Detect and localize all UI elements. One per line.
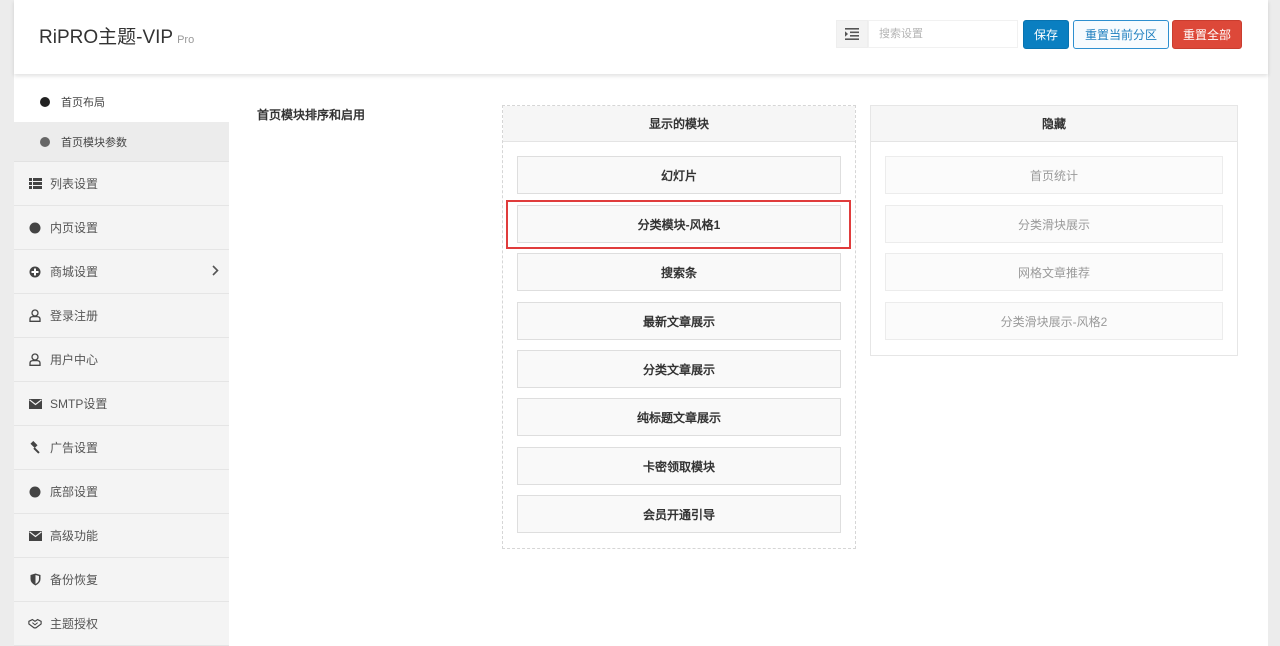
visible-panel-title: 显示的模块: [503, 106, 855, 142]
sidebar-item-ad-settings[interactable]: 广告设置: [14, 426, 229, 470]
sidebar-item-label: 备份恢复: [50, 573, 99, 587]
module-item[interactable]: 幻灯片: [517, 156, 841, 194]
sidebar-item-label: 主题授权: [50, 617, 99, 631]
hidden-module-item[interactable]: 分类滑块展示: [885, 205, 1223, 243]
hidden-panel-title: 隐藏: [871, 106, 1237, 142]
hidden-module-item[interactable]: 分类滑块展示-风格2: [885, 302, 1223, 340]
plus-circle-icon: [28, 265, 42, 279]
user-icon: [28, 353, 42, 367]
user-icon: [28, 309, 42, 323]
circle-icon: [28, 485, 42, 499]
brand-name: RiPRO主题-VIP: [39, 27, 174, 48]
sidebar-item-label: 内页设置: [50, 221, 99, 235]
sidebar-subitem-label: 首页布局: [61, 97, 105, 109]
handshake-icon: [28, 617, 42, 631]
sidebar-item-label: SMTP设置: [50, 397, 108, 411]
sidebar-subitem-label: 首页模块参数: [61, 136, 127, 149]
brand-version: Pro: [177, 34, 195, 46]
sidebar-item-label: 底部设置: [50, 485, 99, 499]
module-item[interactable]: 纯标题文章展示: [517, 398, 841, 436]
section-title: 首页模块排序和启用: [257, 108, 366, 122]
gavel-icon: [28, 441, 42, 455]
sidebar-item-list-settings[interactable]: 列表设置: [14, 162, 229, 206]
sidebar-item-smtp-settings[interactable]: SMTP设置: [14, 382, 229, 426]
sidebar-item-label: 高级功能: [50, 529, 99, 543]
envelope-icon: [28, 529, 42, 543]
reset-section-button[interactable]: 重置当前分区: [1073, 20, 1169, 49]
chevron-right-icon: [212, 265, 219, 279]
list-icon[interactable]: [836, 20, 868, 48]
shield-icon: [28, 573, 42, 587]
sidebar-subitem-home-module-params[interactable]: 首页模块参数: [14, 122, 229, 162]
hidden-module-item[interactable]: 网格文章推荐: [885, 253, 1223, 291]
visible-modules-panel: 显示的模块 幻灯片 分类模块-风格1 搜索条 最新文章展示 分类文章展示 纯标题…: [502, 105, 856, 549]
module-item[interactable]: 会员开通引导: [517, 495, 841, 533]
sidebar-item-footer-settings[interactable]: 底部设置: [14, 470, 229, 514]
sidebar-item-label: 用户中心: [50, 353, 99, 367]
module-item[interactable]: 分类模块-风格1: [517, 205, 841, 243]
sidebar-item-label: 登录注册: [50, 309, 99, 323]
sidebar-item-login-register[interactable]: 登录注册: [14, 294, 229, 338]
bullet-icon: [40, 136, 50, 147]
brand-title: RiPRO主题-VIP Pro: [39, 22, 194, 49]
save-button[interactable]: 保存: [1023, 20, 1069, 49]
circle-icon: [28, 221, 42, 235]
search-input[interactable]: [868, 20, 1018, 48]
sidebar-item-backup-restore[interactable]: 备份恢复: [14, 558, 229, 602]
module-item[interactable]: 最新文章展示: [517, 302, 841, 340]
sidebar-item-inner-page-settings[interactable]: 内页设置: [14, 206, 229, 250]
top-header: RiPRO主题-VIPPro 保存 重置当前分区 重置全部: [14, 0, 1268, 74]
hidden-module-item[interactable]: 首页统计: [885, 156, 1223, 194]
sidebar: 首页布局 首页模块参数 列表设置 内页设置 商城设置 登录注册 用户中心 SMT…: [14, 82, 229, 646]
sidebar-item-theme-license[interactable]: 主题授权: [14, 602, 229, 646]
sidebar-item-advanced[interactable]: 高级功能: [14, 514, 229, 558]
module-item[interactable]: 搜索条: [517, 253, 841, 291]
envelope-icon: [28, 397, 42, 411]
hidden-modules-panel: 隐藏 首页统计 分类滑块展示 网格文章推荐 分类滑块展示-风格2: [870, 105, 1238, 356]
sidebar-item-label: 商城设置: [50, 265, 99, 279]
module-item[interactable]: 卡密领取模块: [517, 447, 841, 485]
reset-all-button[interactable]: 重置全部: [1172, 20, 1242, 49]
sidebar-item-label: 广告设置: [50, 441, 99, 455]
sidebar-item-label: 列表设置: [50, 177, 99, 191]
sidebar-item-user-center[interactable]: 用户中心: [14, 338, 229, 382]
sidebar-subitem-home-layout[interactable]: 首页布局: [14, 82, 229, 122]
list-icon: [28, 177, 42, 191]
bullet-icon: [40, 97, 50, 107]
sidebar-item-shop-settings[interactable]: 商城设置: [14, 250, 229, 294]
module-item[interactable]: 分类文章展示: [517, 350, 841, 388]
